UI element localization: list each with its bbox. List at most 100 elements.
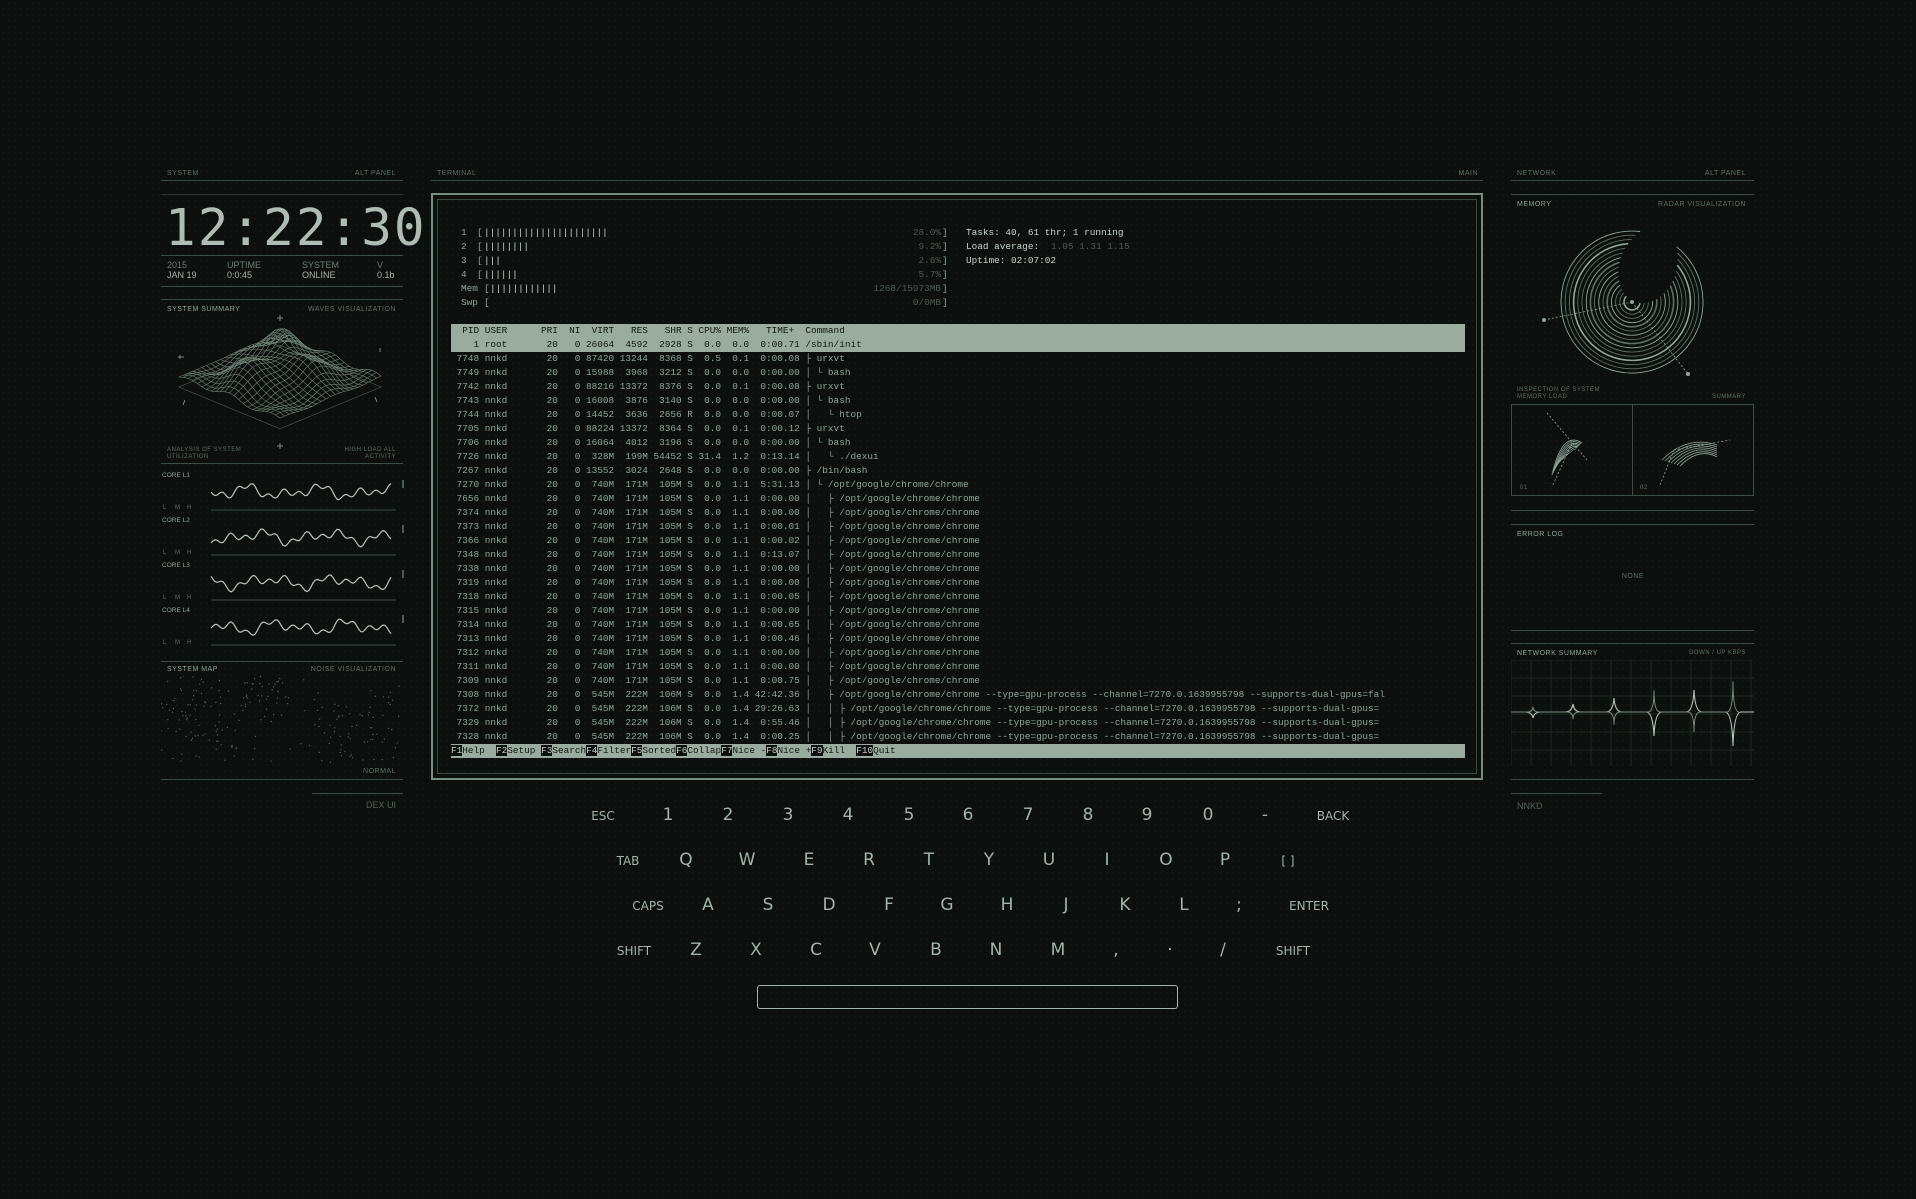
function-key-label[interactable]: Collap xyxy=(687,745,721,756)
key-1[interactable]: 1 xyxy=(648,805,688,825)
function-key[interactable]: F10 xyxy=(856,745,874,756)
process-row[interactable]: 7374 nnkd 20 0 740M 171M 105M S 0.0 1.1 … xyxy=(451,506,1465,520)
function-key[interactable]: F5 xyxy=(631,745,643,756)
key-[interactable]: , xyxy=(1096,940,1136,960)
process-row[interactable]: 1 root 20 0 26064 4592 2928 S 0.0 0.0 0:… xyxy=(451,338,1465,352)
key-i[interactable]: I xyxy=(1087,850,1127,870)
process-row[interactable]: 7315 nnkd 20 0 740M 171M 105M S 0.0 1.1 … xyxy=(451,604,1465,618)
function-key[interactable]: F4 xyxy=(586,745,598,756)
process-row[interactable]: 7748 nnkd 20 0 87420 13244 8368 S 0.5 0.… xyxy=(451,352,1465,366)
key-h[interactable]: H xyxy=(987,895,1027,915)
key-9[interactable]: 9 xyxy=(1127,805,1167,825)
key-[interactable]: - xyxy=(1245,805,1285,825)
key-q[interactable]: Q xyxy=(666,850,706,870)
process-row[interactable]: 7267 nnkd 20 0 13552 3024 2648 S 0.0 0.0… xyxy=(451,464,1465,478)
key-caps[interactable]: CAPS xyxy=(613,899,683,913)
function-key[interactable]: F1 xyxy=(451,745,463,756)
process-row[interactable]: 7314 nnkd 20 0 740M 171M 105M S 0.0 1.1 … xyxy=(451,618,1465,632)
key-x[interactable]: X xyxy=(736,940,776,960)
process-row[interactable]: 7309 nnkd 20 0 740M 171M 105M S 0.0 1.1 … xyxy=(451,674,1465,688)
process-row[interactable]: 7749 nnkd 20 0 15988 3968 3212 S 0.0 0.0… xyxy=(451,366,1465,380)
key-m[interactable]: M xyxy=(1038,940,1078,960)
function-key-label[interactable]: Quit xyxy=(873,745,907,756)
key-[interactable]: · xyxy=(1150,940,1190,960)
key-0[interactable]: 0 xyxy=(1188,805,1228,825)
key-3[interactable]: 3 xyxy=(768,805,808,825)
process-row[interactable]: 7656 nnkd 20 0 740M 171M 105M S 0.0 1.1 … xyxy=(451,492,1465,506)
key-l[interactable]: L xyxy=(1164,895,1204,915)
key-6[interactable]: 6 xyxy=(948,805,988,825)
key-enter[interactable]: ENTER xyxy=(1274,899,1344,913)
key-d[interactable]: D xyxy=(809,895,849,915)
key-f[interactable]: F xyxy=(869,895,909,915)
process-row[interactable]: 7312 nnkd 20 0 740M 171M 105M S 0.0 1.1 … xyxy=(451,646,1465,660)
process-row[interactable]: 7319 nnkd 20 0 740M 171M 105M S 0.0 1.1 … xyxy=(451,576,1465,590)
key-esc[interactable]: ESC xyxy=(568,809,638,823)
function-key[interactable]: F3 xyxy=(541,745,553,756)
key-g[interactable]: G xyxy=(927,895,967,915)
key-shift[interactable]: SHIFT xyxy=(1258,944,1328,958)
key-a[interactable]: A xyxy=(688,895,728,915)
key-8[interactable]: 8 xyxy=(1068,805,1108,825)
process-row[interactable]: 7743 nnkd 20 0 16008 3876 3140 S 0.0 0.0… xyxy=(451,394,1465,408)
key-b[interactable]: B xyxy=(916,940,956,960)
process-row[interactable]: 7328 nnkd 20 0 545M 222M 106M S 0.0 1.4 … xyxy=(451,730,1465,744)
process-row[interactable]: 7338 nnkd 20 0 740M 171M 105M S 0.0 1.1 … xyxy=(451,562,1465,576)
function-key-label[interactable]: Nice + xyxy=(777,745,811,756)
key-j[interactable]: J xyxy=(1046,895,1086,915)
key-v[interactable]: V xyxy=(855,940,895,960)
key-u[interactable]: U xyxy=(1029,850,1069,870)
function-key-label[interactable]: Nice - xyxy=(732,745,766,756)
key-shift[interactable]: SHIFT xyxy=(599,944,669,958)
key-n[interactable]: N xyxy=(976,940,1016,960)
key-k[interactable]: K xyxy=(1105,895,1145,915)
key-[interactable]: / xyxy=(1203,940,1243,960)
key-y[interactable]: Y xyxy=(969,850,1009,870)
key-5[interactable]: 5 xyxy=(889,805,929,825)
function-key[interactable]: F9 xyxy=(811,745,823,756)
function-key[interactable]: F6 xyxy=(676,745,688,756)
function-key-label[interactable]: Help xyxy=(462,745,496,756)
function-key-label[interactable]: Sorted xyxy=(642,745,676,756)
process-row[interactable]: 7372 nnkd 20 0 545M 222M 106M S 0.0 1.4 … xyxy=(451,702,1465,716)
function-key[interactable]: F2 xyxy=(496,745,508,756)
key-7[interactable]: 7 xyxy=(1008,805,1048,825)
key-back[interactable]: BACK xyxy=(1298,809,1368,823)
process-row[interactable]: 7313 nnkd 20 0 740M 171M 105M S 0.0 1.1 … xyxy=(451,632,1465,646)
key-2[interactable]: 2 xyxy=(708,805,748,825)
key-r[interactable]: R xyxy=(849,850,889,870)
key-4[interactable]: 4 xyxy=(828,805,868,825)
process-row[interactable]: 7726 nnkd 20 0 328M 199M 54452 S 31.4 1.… xyxy=(451,450,1465,464)
key-t[interactable]: T xyxy=(909,850,949,870)
key-[interactable]: ; xyxy=(1219,895,1259,915)
key-p[interactable]: P xyxy=(1205,850,1245,870)
key-c[interactable]: C xyxy=(796,940,836,960)
process-row[interactable]: 7373 nnkd 20 0 740M 171M 105M S 0.0 1.1 … xyxy=(451,520,1465,534)
function-key-label[interactable]: Search xyxy=(552,745,586,756)
process-row[interactable]: 7742 nnkd 20 0 88216 13372 8376 S 0.0 0.… xyxy=(451,380,1465,394)
key-s[interactable]: S xyxy=(748,895,788,915)
process-row[interactable]: 7744 nnkd 20 0 14452 3636 2656 R 0.0 0.0… xyxy=(451,408,1465,422)
process-row[interactable]: 7348 nnkd 20 0 740M 171M 105M S 0.0 1.1 … xyxy=(451,548,1465,562)
key-o[interactable]: O xyxy=(1146,850,1186,870)
terminal-window[interactable]: 1[|||||||||||||||||||||| 28.0%] 2[||||||||… xyxy=(431,193,1483,780)
function-key-label[interactable]: Kill xyxy=(823,745,857,756)
function-key-label[interactable]: Filter xyxy=(597,745,631,756)
htop-output[interactable]: 1[|||||||||||||||||||||| 28.0%] 2[||||||||… xyxy=(451,226,1465,766)
key-[interactable]: [ ] xyxy=(1268,854,1308,868)
key-w[interactable]: W xyxy=(727,850,767,870)
key-tab[interactable]: TAB xyxy=(593,854,663,868)
process-row[interactable]: 7706 nnkd 20 0 16064 4012 3196 S 0.0 0.0… xyxy=(451,436,1465,450)
process-row[interactable]: 7329 nnkd 20 0 545M 222M 106M S 0.0 1.4 … xyxy=(451,716,1465,730)
function-key-label[interactable]: Setup xyxy=(507,745,541,756)
process-row[interactable]: 7318 nnkd 20 0 740M 171M 105M S 0.0 1.1 … xyxy=(451,590,1465,604)
process-row[interactable]: 7270 nnkd 20 0 740M 171M 105M S 0.0 1.1 … xyxy=(451,478,1465,492)
function-key[interactable]: F8 xyxy=(766,745,778,756)
process-row[interactable]: 7311 nnkd 20 0 740M 171M 105M S 0.0 1.1 … xyxy=(451,660,1465,674)
key-z[interactable]: Z xyxy=(676,940,716,960)
process-row[interactable]: 7366 nnkd 20 0 740M 171M 105M S 0.0 1.1 … xyxy=(451,534,1465,548)
process-row[interactable]: 7705 nnkd 20 0 88224 13372 8364 S 0.0 0.… xyxy=(451,422,1465,436)
function-key[interactable]: F7 xyxy=(721,745,733,756)
process-row[interactable]: 7308 nnkd 20 0 545M 222M 106M S 0.0 1.4 … xyxy=(451,688,1465,702)
spacebar-key[interactable] xyxy=(757,985,1178,1009)
